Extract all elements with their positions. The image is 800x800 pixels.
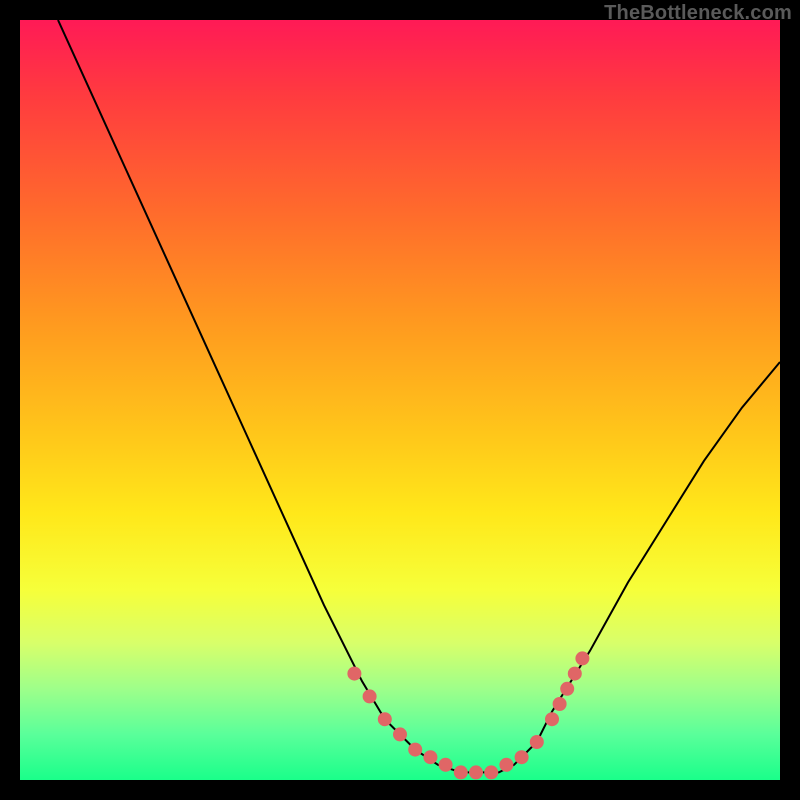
- chart-container: TheBottleneck.com: [0, 0, 800, 800]
- curve-marker: [545, 712, 559, 726]
- curve-marker: [575, 651, 589, 665]
- curve-marker: [439, 758, 453, 772]
- curve-marker: [530, 735, 544, 749]
- curve-marker: [378, 712, 392, 726]
- curve-path: [58, 20, 780, 772]
- watermark-text: TheBottleneck.com: [604, 2, 792, 25]
- curve-marker: [393, 727, 407, 741]
- curve-marker: [568, 667, 582, 681]
- curve-marker: [347, 667, 361, 681]
- curve-marker: [469, 765, 483, 779]
- curve-marker: [553, 697, 567, 711]
- curve-marker: [454, 765, 468, 779]
- curve-marker: [363, 689, 377, 703]
- curve-marker: [499, 758, 513, 772]
- curve-marker: [484, 765, 498, 779]
- curve-marker: [423, 750, 437, 764]
- plot-area: [20, 20, 780, 780]
- curve-marker: [560, 682, 574, 696]
- curve-marker: [408, 743, 422, 757]
- curve-marker: [515, 750, 529, 764]
- bottleneck-curve: [20, 20, 780, 780]
